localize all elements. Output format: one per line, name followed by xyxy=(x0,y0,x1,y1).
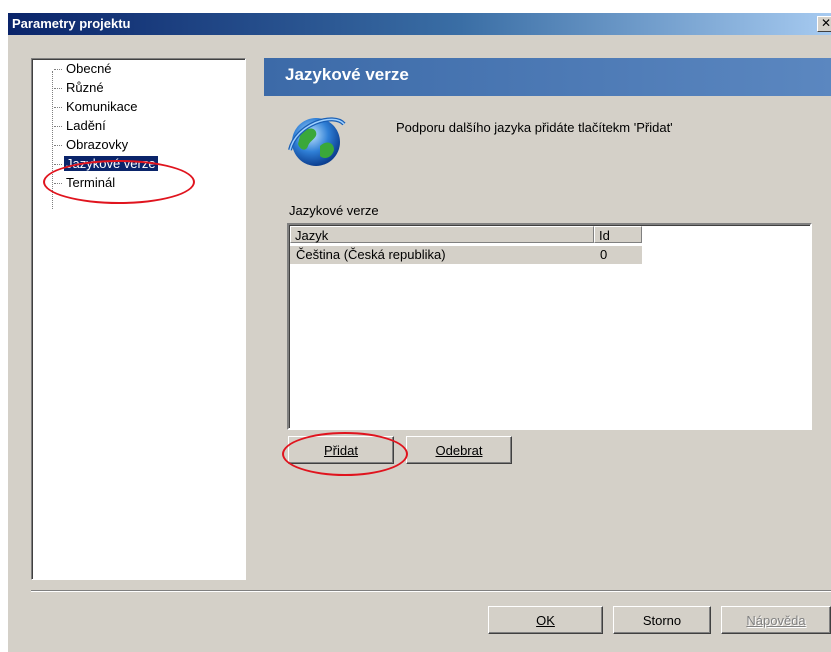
help-button[interactable]: Nápověda xyxy=(721,606,831,634)
ok-button[interactable]: OK xyxy=(488,606,603,634)
project-parameters-dialog: Parametry projektu ✕ Obecné Různé Komuni… xyxy=(0,0,831,652)
close-icon[interactable]: ✕ xyxy=(817,16,831,32)
remove-button[interactable]: Odebrat xyxy=(406,436,512,464)
tree-item-ladeni[interactable]: Ladění xyxy=(54,118,108,135)
info-text: Podporu dalšího jazyka přidáte tlačítekm… xyxy=(396,120,673,135)
tree-connector-line xyxy=(52,71,53,209)
section-title: Jazykové verze xyxy=(285,65,409,84)
window-title: Parametry projektu xyxy=(12,16,131,31)
cell-jazyk: Čeština (Česká republika) xyxy=(296,247,446,262)
table-row[interactable]: Čeština (Česká republika) 0 xyxy=(290,246,642,264)
tree-item-jazykove-verze[interactable]: Jazykové verze xyxy=(54,156,158,173)
language-versions-label: Jazykové verze xyxy=(289,203,379,218)
cancel-button[interactable]: Storno xyxy=(613,606,711,634)
tree-item-komunikace[interactable]: Komunikace xyxy=(54,99,140,116)
tree-item-ruzne[interactable]: Různé xyxy=(54,80,106,97)
section-header: Jazykové verze xyxy=(264,58,831,96)
cell-id: 0 xyxy=(600,247,608,262)
tree-item-terminal[interactable]: Terminál xyxy=(54,175,117,192)
settings-tree[interactable]: Obecné Různé Komunikace Ladění Obrazovky… xyxy=(31,58,246,580)
title-bar[interactable]: Parametry projektu ✕ xyxy=(8,13,831,35)
tree-item-obecne[interactable]: Obecné xyxy=(54,61,114,78)
column-header-jazyk[interactable]: Jazyk xyxy=(290,226,594,243)
footer-separator xyxy=(31,590,831,592)
tree-item-obrazovky[interactable]: Obrazovky xyxy=(54,137,130,154)
globe-icon xyxy=(288,117,346,166)
column-header-id[interactable]: Id xyxy=(594,226,642,243)
language-list[interactable]: Jazyk Id Čeština (Česká republika) 0 xyxy=(287,223,812,430)
add-button[interactable]: Přidat xyxy=(288,436,394,464)
